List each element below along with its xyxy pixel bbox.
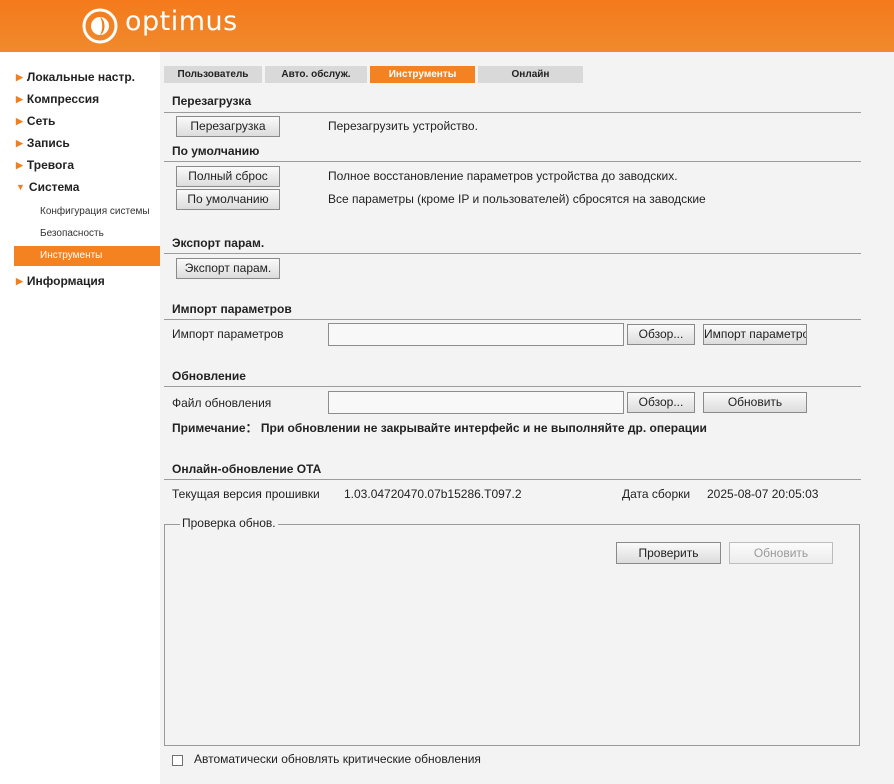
brand-logo-icon [82, 8, 118, 44]
arrow-right-icon: ▶ [16, 116, 23, 126]
sidebar-item-system[interactable]: ▼ Система [16, 180, 79, 194]
ota-update-button: Обновить [729, 542, 833, 564]
firmware-version-value: 1.03.04720470.07b15286.T097.2 [344, 487, 522, 501]
default-settings-button[interactable]: По умолчанию [176, 189, 280, 210]
sidebar-subitem-system-config[interactable]: Конфигурация системы [40, 206, 150, 217]
import-params-button[interactable]: Импорт параметро [703, 324, 807, 345]
auto-update-checkbox[interactable] [172, 755, 183, 766]
sidebar-item-network[interactable]: ▶ Сеть [16, 114, 55, 128]
sidebar-item-record[interactable]: ▶ Запись [16, 136, 70, 150]
arrow-right-icon: ▶ [16, 94, 23, 104]
check-updates-button[interactable]: Проверить [616, 542, 721, 564]
section-title-defaults: По умолчанию [172, 144, 260, 158]
upgrade-browse-button[interactable]: Обзор... [627, 392, 695, 413]
sidebar: ▶ Локальные настр. ▶ Компрессия ▶ Сеть ▶ Зап… [0, 52, 160, 784]
firmware-version-label: Текущая версия прошивки [172, 487, 320, 501]
sidebar-item-local-settings[interactable]: ▶ Локальные настр. [16, 70, 135, 84]
update-check-legend: Проверка обнов. [180, 516, 278, 530]
import-file-input[interactable] [328, 323, 624, 346]
upgrade-file-input[interactable] [328, 391, 624, 414]
tab-online[interactable]: Онлайн [478, 66, 583, 83]
sidebar-item-compression[interactable]: ▶ Компрессия [16, 92, 99, 106]
arrow-right-icon: ▶ [16, 160, 23, 170]
section-divider [164, 386, 861, 387]
import-file-label: Импорт параметров [172, 327, 284, 341]
section-title-import: Импорт параметров [172, 302, 292, 316]
reboot-description: Перезагрузить устройство. [328, 119, 478, 133]
sidebar-subitem-tools[interactable]: Инструменты [14, 246, 160, 266]
auto-update-label: Автоматически обновлять критические обно… [194, 752, 481, 766]
build-date-value: 2025-08-07 20:05:03 [707, 487, 819, 501]
section-divider [164, 319, 861, 320]
upgrade-note: Примечание： При обновлении не закрывайте… [172, 421, 707, 435]
build-date-label: Дата сборки [622, 487, 691, 501]
section-divider [164, 253, 861, 254]
default-settings-description: Все параметры (кроме IP и пользователей)… [328, 192, 706, 206]
tab-tools[interactable]: Инструменты [370, 66, 475, 83]
section-title-reboot: Перезагрузка [172, 94, 252, 108]
tab-auto-maintenance[interactable]: Авто. обслуж. [265, 66, 367, 83]
section-title-upgrade: Обновление [172, 369, 246, 383]
upgrade-file-label: Файл обновления [172, 396, 272, 410]
upgrade-button[interactable]: Обновить [703, 392, 807, 413]
arrow-right-icon: ▶ [16, 72, 23, 82]
export-params-button[interactable]: Экспорт парам. [176, 258, 280, 279]
top-header: optimus [0, 0, 894, 52]
brand-name: optimus [125, 6, 238, 37]
section-divider [164, 112, 861, 113]
section-divider [164, 161, 861, 162]
reboot-button[interactable]: Перезагрузка [176, 116, 280, 137]
sidebar-item-alarm[interactable]: ▶ Тревога [16, 158, 74, 172]
sidebar-subitem-security[interactable]: Безопасность [40, 228, 104, 239]
arrow-down-icon: ▼ [16, 182, 25, 192]
tab-user[interactable]: Пользователь [164, 66, 262, 83]
import-browse-button[interactable]: Обзор... [627, 324, 695, 345]
sidebar-item-info[interactable]: ▶ Информация [16, 274, 105, 288]
section-title-ota: Онлайн-обновление OTA [172, 462, 322, 476]
full-reset-button[interactable]: Полный сброс [176, 166, 280, 187]
section-divider [164, 479, 861, 480]
full-reset-description: Полное восстановление параметров устройс… [328, 169, 678, 183]
section-title-export: Экспорт парам. [172, 236, 265, 250]
arrow-right-icon: ▶ [16, 138, 23, 148]
arrow-right-icon: ▶ [16, 276, 23, 286]
